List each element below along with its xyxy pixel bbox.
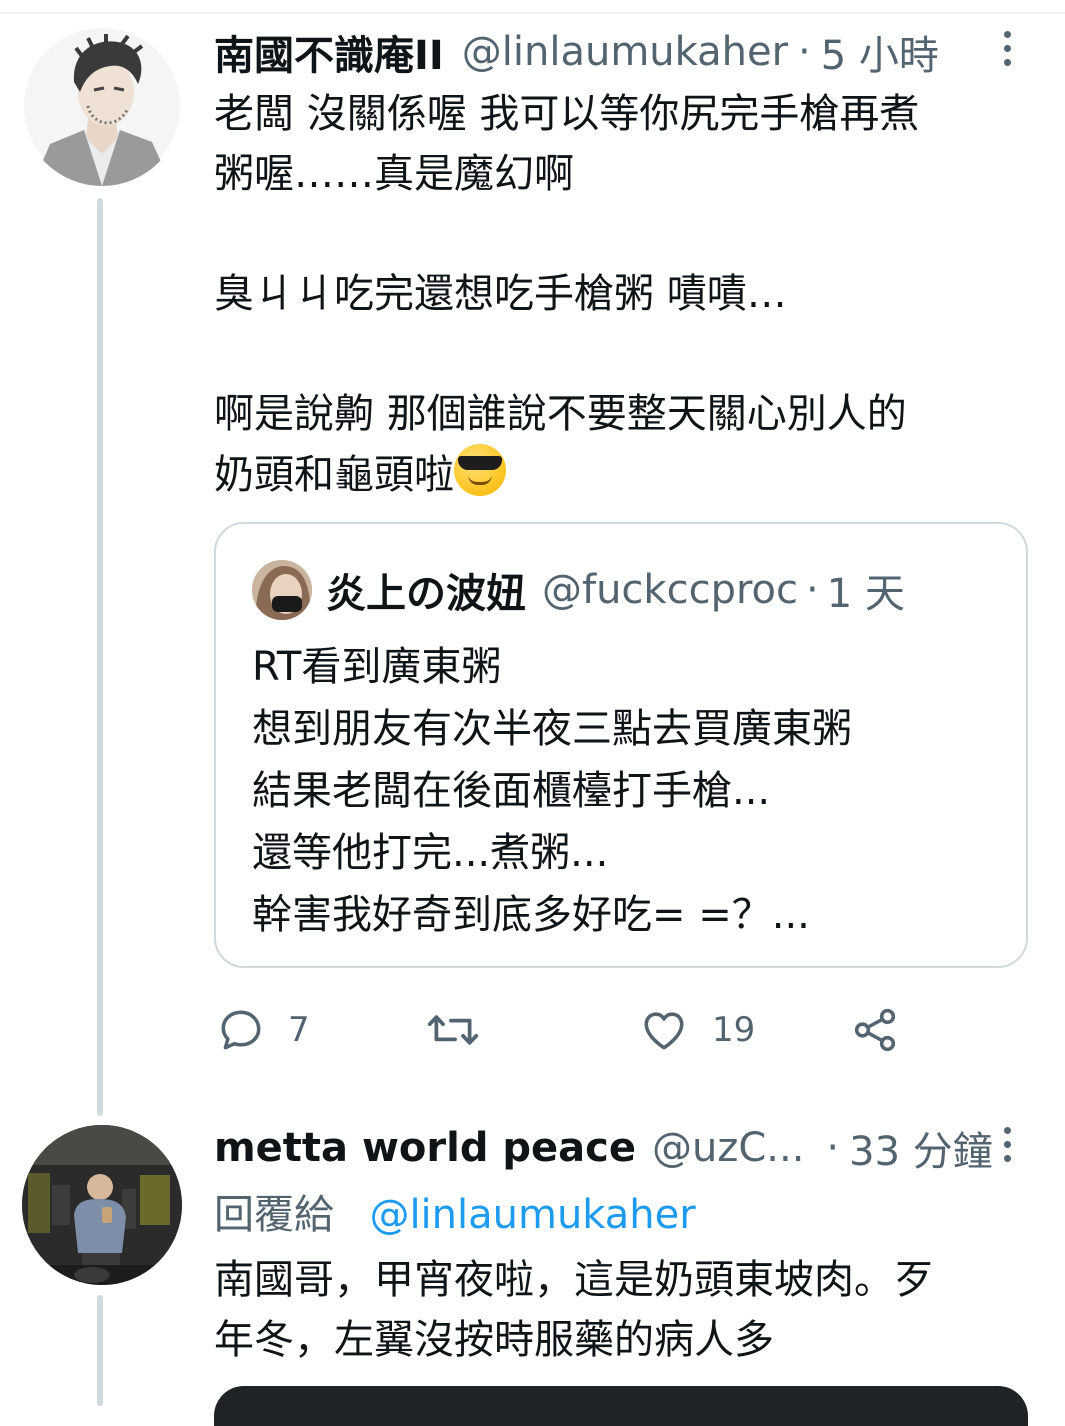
- tweet-text-line: 臭ㄐㄐ吃完還想吃手槍粥 嘖嘖…: [214, 271, 787, 317]
- thread-connector-line-lower: [97, 1295, 103, 1406]
- tweet-header: metta world peace @uzC... · 33 分鐘: [214, 1118, 993, 1178]
- like-count: 19: [712, 1010, 756, 1050]
- avatar-illustration-icon: [22, 26, 182, 186]
- avatar[interactable]: [22, 26, 182, 186]
- attached-media-preview[interactable]: [214, 1386, 1028, 1426]
- tweet-header: 南國不識庵II @linlaumukaher · 5 小時: [214, 22, 939, 82]
- reply-count: 7: [288, 1010, 310, 1050]
- more-vertical-icon[interactable]: [992, 18, 1022, 78]
- display-name[interactable]: 南國不識庵II: [214, 23, 444, 81]
- avatar-gym-photo-icon: [22, 1125, 182, 1285]
- avatar[interactable]: [22, 1125, 182, 1285]
- tweet-text-line: 南國哥，甲宵夜啦，這是奶頭東坡肉。歹: [214, 1257, 934, 1303]
- heart-icon: [644, 1012, 684, 1050]
- quoted-text-line: RT看到廣東粥: [252, 644, 502, 690]
- username-handle[interactable]: @uzC...: [652, 1125, 804, 1171]
- timestamp[interactable]: 5 小時: [821, 23, 939, 81]
- tweet-text-line-with-emoji: 奶頭和龜頭啦: [214, 444, 1034, 504]
- separator-dot: ·: [798, 29, 811, 75]
- tweet-action-bar: 7 19: [214, 1000, 1034, 1060]
- smiling-face-with-sunglasses-emoji: [454, 444, 506, 496]
- tweet-text-line: 粥喔……真是魔幻啊: [214, 151, 574, 197]
- quoted-avatar-photo-icon: [252, 560, 312, 620]
- share-icon: [854, 1008, 896, 1052]
- top-divider: [0, 12, 1065, 14]
- reply-to-label: 回覆給: [214, 1192, 334, 1238]
- quoted-display-name: 炎上の波妞: [326, 571, 526, 617]
- quoted-timestamp: 1 天: [826, 571, 905, 617]
- quoted-tweet-header: 炎上の波妞 @fuckccproc · 1 天: [326, 560, 905, 620]
- speech-bubble-icon: [221, 1010, 261, 1050]
- tweet-text-line: 啊是說齁 那個誰說不要整天關心別人的: [214, 391, 907, 437]
- timestamp[interactable]: 33 分鐘: [849, 1119, 993, 1177]
- quoted-tweet-text: RT看到廣東粥 想到朋友有次半夜三點去買廣東粥 結果老闆在後面櫃檯打手槍... …: [252, 636, 852, 946]
- more-vertical-icon[interactable]: [992, 1114, 1022, 1174]
- separator-dot: ·: [826, 1125, 840, 1171]
- separator-dot: ·: [806, 567, 819, 613]
- reply-button[interactable]: 7: [216, 1000, 310, 1060]
- like-button[interactable]: 19: [638, 1000, 755, 1060]
- quoted-text-line: 結果老闆在後面櫃檯打手槍...: [252, 768, 771, 814]
- reply-context: 回覆給 @linlaumukaher: [214, 1182, 696, 1240]
- tweet-text-segment: 奶頭和龜頭啦: [214, 452, 454, 498]
- quoted-text-line: 還等他打完...煮粥...: [252, 830, 609, 876]
- quoted-text-line: 幹害我好奇到底多好吃= =？...: [252, 892, 810, 938]
- username-handle[interactable]: @linlaumukaher: [462, 29, 788, 75]
- thread-connector-line: [97, 198, 103, 1116]
- tweet-text-line: 老闆 沒關係喔 我可以等你尻完手槍再煮: [214, 91, 920, 137]
- retweet-icon: [427, 1015, 479, 1045]
- tweet-text-line: 年冬，左翼沒按時服藥的病人多: [214, 1317, 774, 1363]
- tweet-text: 南國哥，甲宵夜啦，這是奶頭東坡肉。歹 年冬，左翼沒按時服藥的病人多: [214, 1250, 1034, 1370]
- reply-to-mention-link[interactable]: @linlaumukaher: [369, 1192, 695, 1238]
- retweet-button[interactable]: [426, 1000, 502, 1060]
- quoted-username-handle: @fuckccproc: [542, 567, 798, 613]
- display-name[interactable]: metta world peace: [214, 1125, 636, 1171]
- quoted-text-line: 想到朋友有次半夜三點去買廣東粥: [252, 706, 852, 752]
- quoted-avatar[interactable]: [252, 560, 312, 620]
- share-button[interactable]: [850, 1000, 900, 1060]
- tweet-text: 老闆 沒關係喔 我可以等你尻完手槍再煮 粥喔……真是魔幻啊 臭ㄐㄐ吃完還想吃手槍…: [214, 84, 1034, 504]
- quoted-tweet-card[interactable]: 炎上の波妞 @fuckccproc · 1 天 RT看到廣東粥 想到朋友有次半夜…: [214, 522, 1028, 968]
